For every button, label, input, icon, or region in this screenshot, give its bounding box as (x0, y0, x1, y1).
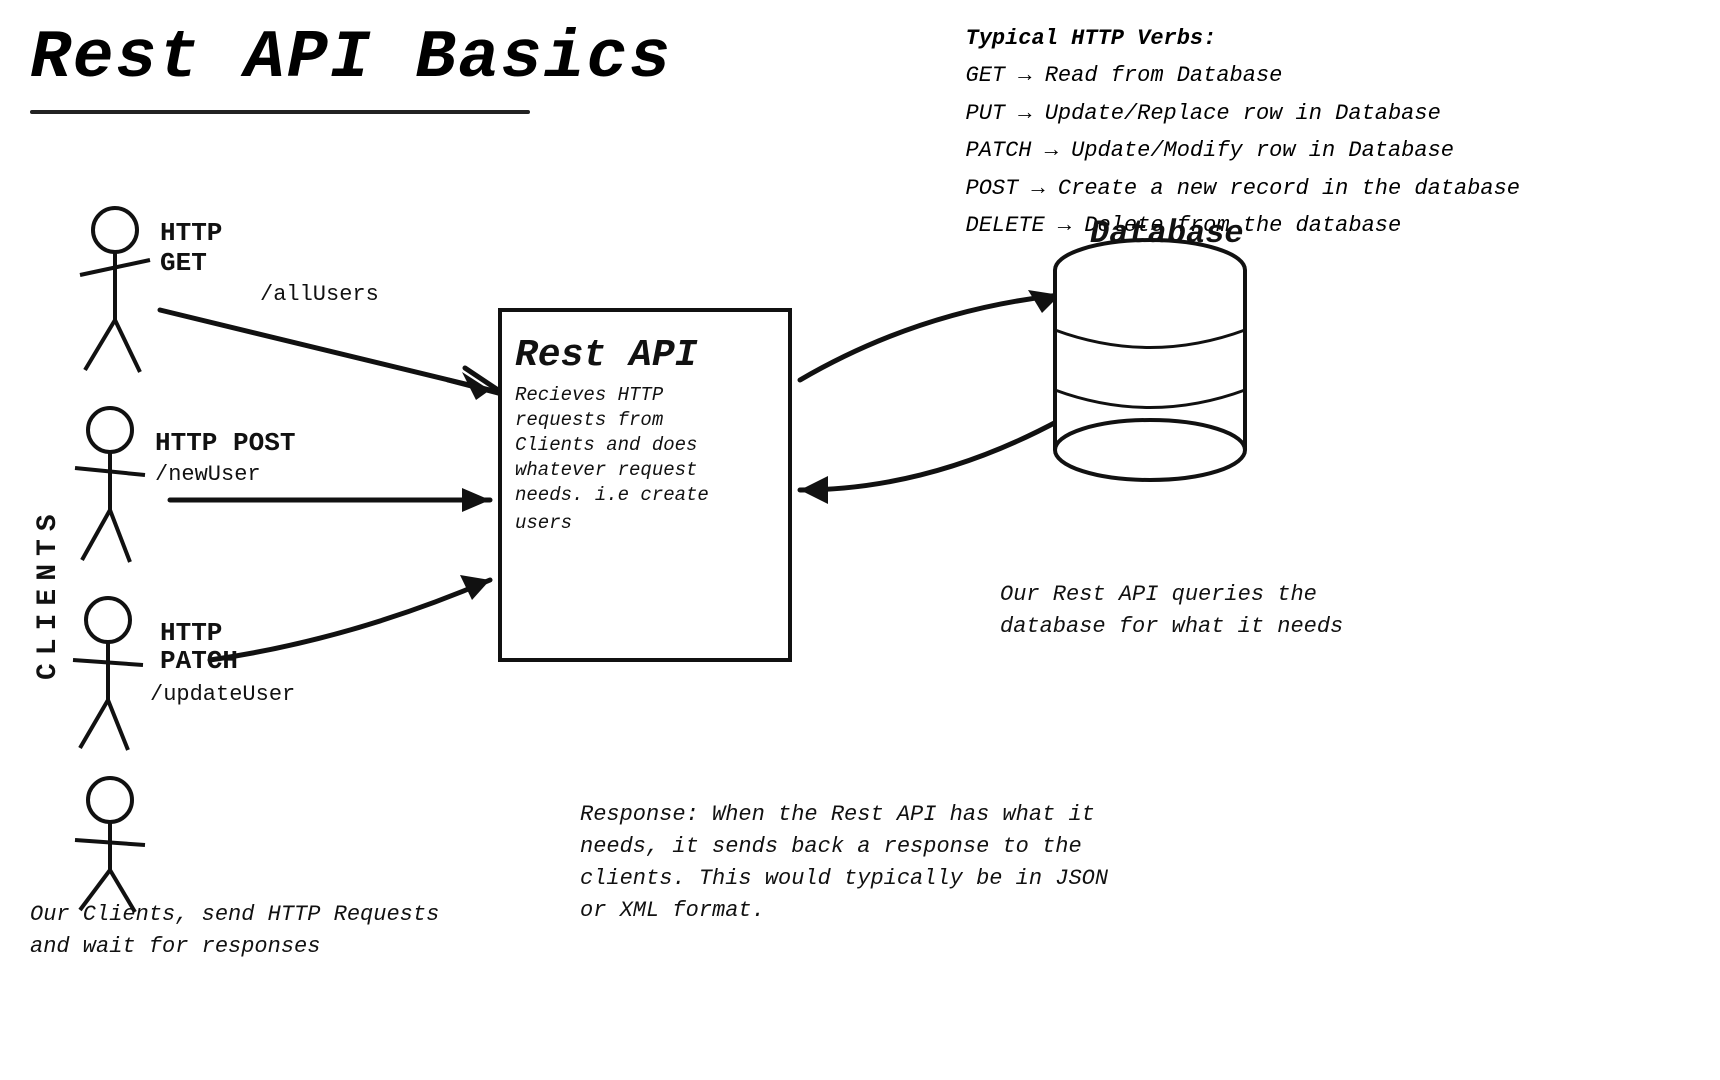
svg-text:database for what it needs: database for what it needs (1000, 614, 1343, 639)
svg-text:GET: GET (160, 248, 207, 278)
svg-text:Our Rest API queries the: Our Rest API queries the (1000, 582, 1317, 607)
svg-text:PATCH: PATCH (160, 646, 238, 676)
svg-text:and wait for responses: and wait for responses (30, 934, 320, 959)
svg-text:needs, it sends back a respons: needs, it sends back a response to the (580, 834, 1082, 859)
svg-text:Rest API: Rest API (515, 334, 698, 377)
page: Rest API Basics Typical HTTP Verbs: GET … (0, 0, 1720, 1080)
diagram-svg: CLIENTS HTTP GET /allUsers HTTP POST /ne (0, 0, 1720, 1080)
svg-text:Clients and does: Clients and does (515, 434, 697, 456)
svg-text:or XML format.: or XML format. (580, 898, 765, 923)
svg-text:users: users (515, 512, 572, 534)
svg-text:whatever request: whatever request (515, 459, 697, 481)
svg-text:HTTP: HTTP (160, 618, 222, 648)
svg-text:Database: Database (1090, 215, 1244, 252)
svg-text:Response: When the Rest API ha: Response: When the Rest API has what it (580, 802, 1095, 827)
svg-text:needs. i.e create: needs. i.e create (515, 484, 709, 506)
svg-text:/allUsers: /allUsers (260, 282, 379, 307)
svg-text:Recieves HTTP: Recieves HTTP (515, 384, 664, 406)
svg-text:HTTP: HTTP (160, 218, 222, 248)
svg-text:/updateUser: /updateUser (150, 682, 295, 707)
svg-text:clients. This would typically: clients. This would typically be in JSON (580, 866, 1109, 891)
svg-text:/newUser: /newUser (155, 462, 261, 487)
svg-text:HTTP POST: HTTP POST (155, 428, 295, 458)
clients-vertical-label: CLIENTS (33, 506, 64, 680)
svg-text:Our Clients, send HTTP Request: Our Clients, send HTTP Requests (30, 902, 439, 927)
svg-text:requests from: requests from (515, 409, 663, 431)
